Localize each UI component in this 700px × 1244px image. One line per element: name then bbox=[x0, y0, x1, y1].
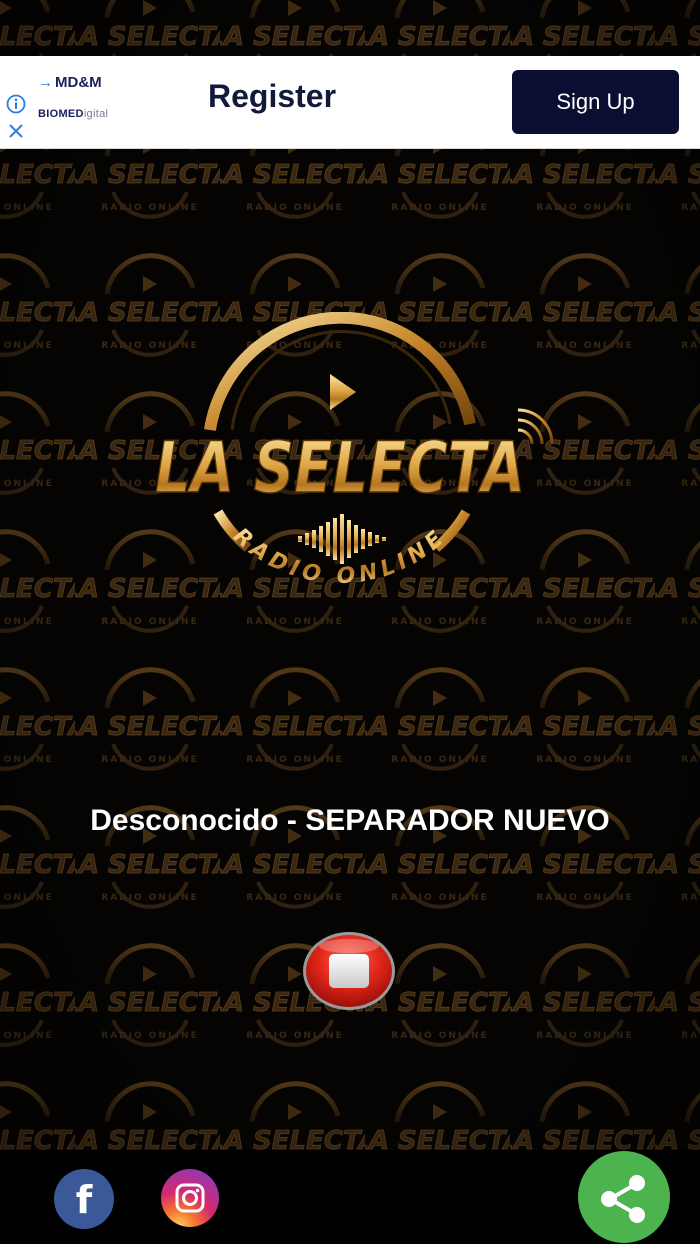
play-icon bbox=[330, 374, 356, 410]
facebook-glyph: f bbox=[76, 1178, 93, 1222]
ad-brand-name: MD&M bbox=[55, 74, 102, 91]
ad-sub-brand-bold: BIOMED bbox=[38, 108, 84, 120]
instagram-button[interactable] bbox=[160, 1168, 220, 1228]
ad-banner[interactable]: → MD&M BIOMEDigital Register Sign Up bbox=[0, 56, 700, 149]
share-button[interactable] bbox=[577, 1150, 671, 1244]
ad-brand-logo: → MD&M bbox=[38, 74, 102, 91]
svg-text:RADIO ONLINE: RADIO ONLINE bbox=[228, 524, 452, 590]
ad-sub-brand-light: igital bbox=[83, 108, 109, 120]
station-tagline: RADIO ONLINE bbox=[228, 524, 447, 590]
facebook-icon: f bbox=[54, 1169, 114, 1229]
stop-button[interactable] bbox=[301, 930, 397, 1012]
ad-headline[interactable]: Register bbox=[208, 78, 336, 115]
stop-icon bbox=[303, 932, 395, 1010]
ad-info-icon[interactable] bbox=[6, 94, 26, 114]
station-logo: LA SELECTA RADIO ONLINE bbox=[154, 312, 554, 590]
background-pattern: LA SELECTA RADIO ONLINE bbox=[0, 0, 700, 1244]
ad-brand-arrow-icon: → bbox=[38, 74, 53, 91]
share-icon bbox=[578, 1151, 670, 1243]
app-screen: LA SELECTA RADIO ONLINE →MD&M BIOMEDi bbox=[0, 0, 700, 1244]
instagram-icon bbox=[161, 1169, 219, 1227]
ad-sub-brand: BIOMEDigital bbox=[38, 108, 108, 120]
facebook-button[interactable]: f bbox=[53, 1168, 115, 1230]
station-name-text: LA SELECTA bbox=[155, 427, 525, 509]
now-playing-title: Desconocido - SEPARADOR NUEVO bbox=[90, 804, 610, 837]
ad-close-icon[interactable] bbox=[7, 122, 25, 140]
equalizer-icon bbox=[298, 514, 386, 564]
bottom-bar: f bbox=[0, 1150, 700, 1244]
ad-sign-up-button[interactable]: Sign Up bbox=[512, 70, 679, 134]
